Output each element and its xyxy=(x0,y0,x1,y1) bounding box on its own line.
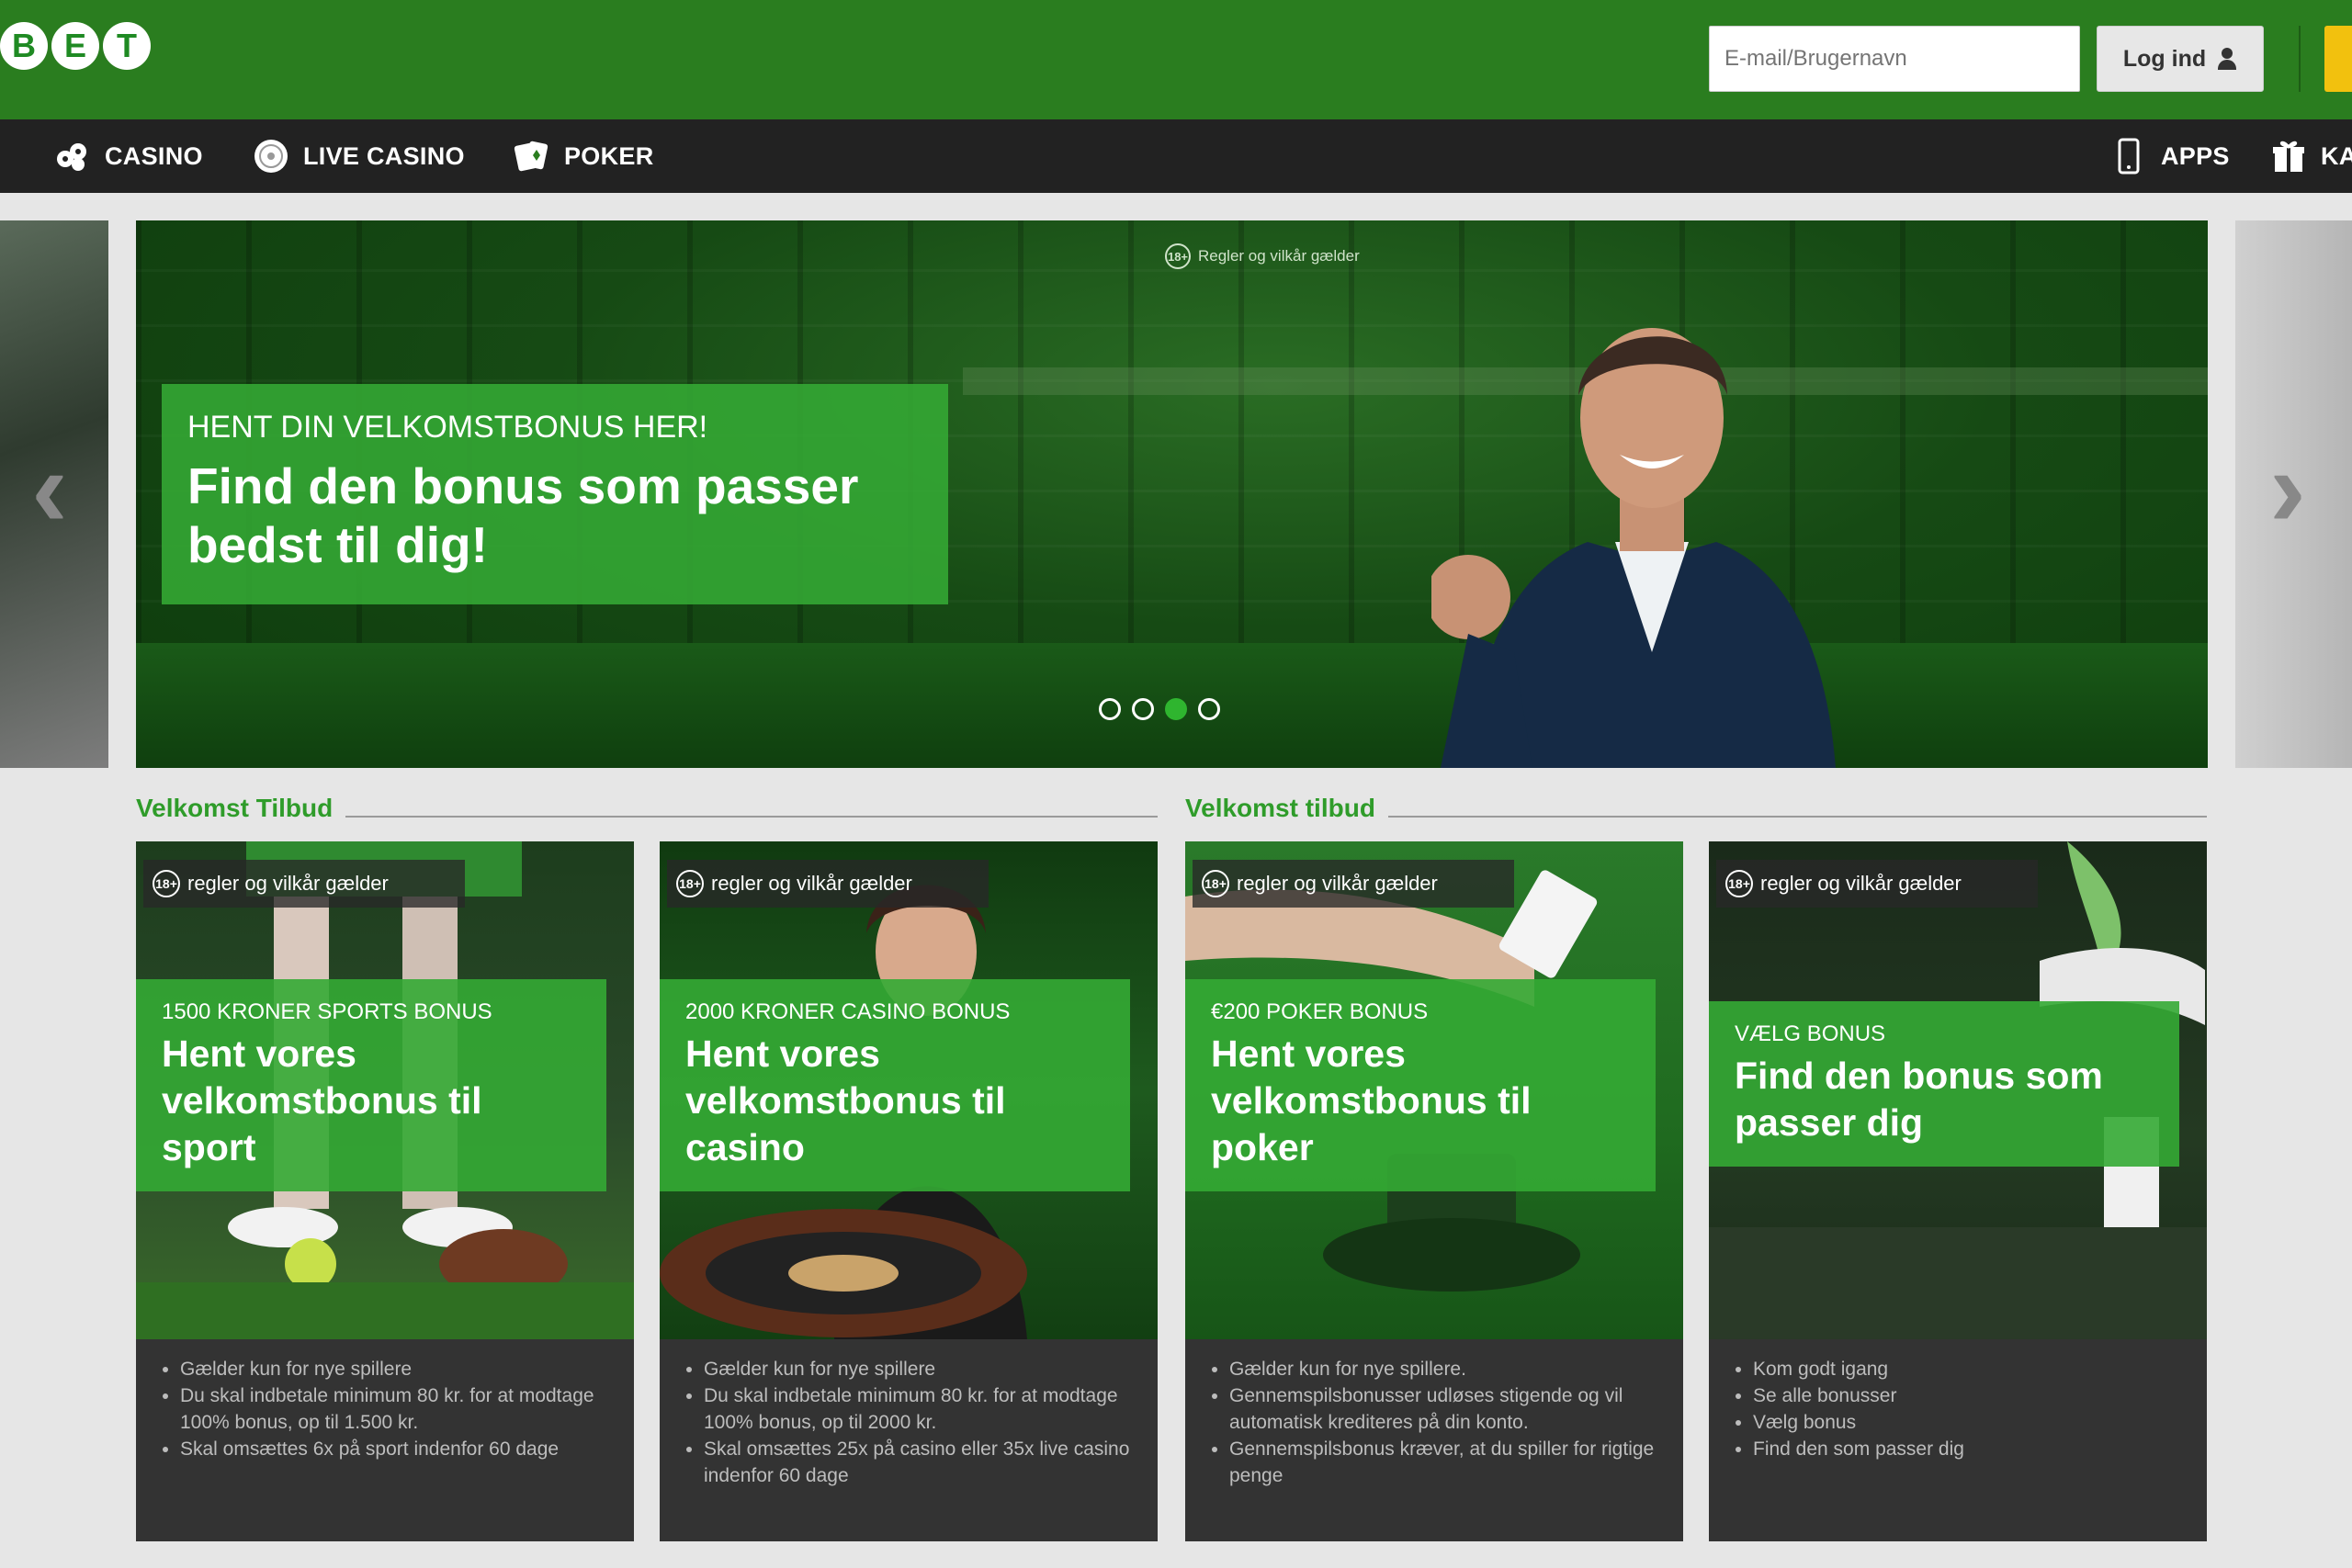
terms-badge: 18+ regler og vilkår gælder xyxy=(667,860,989,908)
terms-text: regler og vilkår gælder xyxy=(1237,872,1438,895)
username-input[interactable] xyxy=(1709,26,2080,92)
top-header: B E T Log ind xyxy=(0,0,2352,119)
hero-title: Find den bonus som passer bedst til dig! xyxy=(187,457,859,573)
list-item: Skal omsættes 25x på casino eller 35x li… xyxy=(704,1436,1139,1489)
list-item: Du skal indbetale minimum 80 kr. for at … xyxy=(180,1382,616,1436)
section-divider xyxy=(345,816,1158,818)
card-eyebrow: 2000 KRONER CASINO BONUS xyxy=(685,999,1011,1024)
phone-icon xyxy=(2109,137,2148,175)
age-18-icon: 18+ xyxy=(676,870,704,897)
age-18-icon: 18+ xyxy=(1165,243,1191,269)
nav-item-label: APPS xyxy=(2161,141,2230,170)
list-item: Skal omsættes 6x på sport indenfor 60 da… xyxy=(180,1436,616,1462)
card-title: Hent vores velkomstbonus til casino xyxy=(685,1032,1006,1168)
ambassador-image xyxy=(1431,328,1836,768)
terms-text: regler og vilkår gælder xyxy=(187,872,389,895)
card-title: Find den bonus som passer dig xyxy=(1735,1055,2103,1144)
logo-letter-t: T xyxy=(103,22,151,70)
section-divider xyxy=(1387,816,2207,818)
card-title: Hent vores velkomstbonus til sport xyxy=(162,1032,482,1168)
card-promo-box: €200 POKER BONUS Hent vores velkomstbonu… xyxy=(1185,979,1656,1191)
card-bullets: Gælder kun for nye spillere Du skal indb… xyxy=(660,1356,1158,1489)
nav-item-label: LIVE CASINO xyxy=(303,141,465,170)
terms-text: regler og vilkår gælder xyxy=(1760,872,1962,895)
list-item: Find den som passer dig xyxy=(1753,1436,2188,1462)
logo-letter-b: B xyxy=(0,22,48,70)
list-item: Gennemspilsbonus kræver, at du spiller f… xyxy=(1229,1436,1665,1489)
card-bullets: Gælder kun for nye spillere. Gennemspils… xyxy=(1185,1356,1683,1489)
promo-card-poker[interactable]: 18+ regler og vilkår gælder €200 POKER B… xyxy=(1185,841,1683,1541)
list-item: Gælder kun for nye spillere. xyxy=(1229,1356,1665,1382)
nav-item-casino[interactable]: CASINO xyxy=(53,119,203,193)
terms-badge: 18+ regler og vilkår gælder xyxy=(143,860,465,908)
hero-banner[interactable]: 18+ Regler og vilkår gælder HENT DIN VEL… xyxy=(136,220,2208,768)
terms-badge: 18+ regler og vilkår gælder xyxy=(1193,860,1514,908)
user-icon xyxy=(2217,48,2237,70)
chevron-left-icon[interactable]: ‹ xyxy=(22,434,77,544)
section-header: Velkomst Tilbud xyxy=(136,794,1158,822)
age-18-icon: 18+ xyxy=(1725,870,1753,897)
site-logo[interactable]: B E T xyxy=(0,22,151,81)
chevron-right-icon[interactable]: › xyxy=(2260,434,2315,544)
nav-item-label: CASINO xyxy=(105,141,203,170)
nav-item-label: POKER xyxy=(564,141,654,170)
hero-promo-box[interactable]: HENT DIN VELKOMSTBONUS HER! Find den bon… xyxy=(162,384,948,604)
card-bullets: Gælder kun for nye spillere Du skal indb… xyxy=(136,1356,634,1462)
terms-badge: 18+ regler og vilkår gælder xyxy=(1716,860,2038,908)
casino-icon xyxy=(53,137,92,175)
promo-card-choose-bonus[interactable]: 18+ regler og vilkår gælder VÆLG BONUS F… xyxy=(1709,841,2207,1541)
cards-icon xyxy=(513,137,551,175)
login-button[interactable]: Log ind xyxy=(2097,26,2264,92)
nav-item-live-casino[interactable]: LIVE CASINO xyxy=(252,119,465,193)
section-header: Velkomst tilbud xyxy=(1185,794,2207,822)
terms-text: regler og vilkår gælder xyxy=(711,872,912,895)
card-eyebrow: VÆLG BONUS xyxy=(1735,1021,1886,1046)
list-item: Gælder kun for nye spillere xyxy=(704,1356,1139,1382)
card-promo-box: 1500 KRONER SPORTS BONUS Hent vores velk… xyxy=(136,979,606,1191)
card-eyebrow: 1500 KRONER SPORTS BONUS xyxy=(162,999,492,1024)
list-item: Gælder kun for nye spillere xyxy=(180,1356,616,1382)
promo-card-casino[interactable]: 18+ regler og vilkår gælder 2000 KRONER … xyxy=(660,841,1158,1541)
signup-button[interactable] xyxy=(2324,26,2352,92)
promo-card-sport[interactable]: 18+ regler og vilkår gælder 1500 KRONER … xyxy=(136,841,634,1541)
list-item: Vælg bonus xyxy=(1753,1409,2188,1436)
hero-eyebrow: HENT DIN VELKOMSTBONUS HER! xyxy=(187,410,708,445)
carousel-dot-active[interactable] xyxy=(1165,698,1187,720)
section-title: Velkomst tilbud xyxy=(1185,794,1375,822)
card-bullets: Kom godt igang Se alle bonusser Vælg bon… xyxy=(1709,1356,2207,1462)
header-divider xyxy=(2299,26,2301,92)
nav-item-apps[interactable]: APPS xyxy=(2109,119,2230,193)
list-item: Du skal indbetale minimum 80 kr. for at … xyxy=(704,1382,1139,1436)
card-promo-box: VÆLG BONUS Find den bonus som passer dig xyxy=(1709,1001,2179,1167)
list-item: Kom godt igang xyxy=(1753,1356,2188,1382)
nav-item-poker[interactable]: POKER xyxy=(513,119,654,193)
nav-item-ka[interactable]: KA xyxy=(2269,119,2352,193)
roulette-icon xyxy=(252,137,290,175)
list-item: Se alle bonusser xyxy=(1753,1382,2188,1409)
carousel-dot[interactable] xyxy=(1099,698,1121,720)
main-nav: CASINO LIVE CASINO POKER APPS KA xyxy=(0,119,2352,193)
nav-item-label: KA xyxy=(2321,141,2352,170)
terms-text: Regler og vilkår gælder xyxy=(1198,247,1360,265)
carousel-dot[interactable] xyxy=(1198,698,1220,720)
login-button-label: Log ind xyxy=(2122,45,2207,72)
carousel-dots xyxy=(1099,698,1220,720)
gift-icon xyxy=(2269,137,2308,175)
terms-badge: 18+ Regler og vilkår gælder xyxy=(1165,243,1360,269)
card-promo-box: 2000 KRONER CASINO BONUS Hent vores velk… xyxy=(660,979,1130,1191)
list-item: Gennemspilsbonusser udløses stigende og … xyxy=(1229,1382,1665,1436)
card-eyebrow: €200 POKER BONUS xyxy=(1211,999,1429,1024)
logo-letter-e: E xyxy=(51,22,99,70)
section-title: Velkomst Tilbud xyxy=(136,794,334,822)
carousel-dot[interactable] xyxy=(1132,698,1154,720)
age-18-icon: 18+ xyxy=(153,870,180,897)
age-18-icon: 18+ xyxy=(1202,870,1229,897)
card-title: Hent vores velkomstbonus til poker xyxy=(1211,1032,1532,1168)
